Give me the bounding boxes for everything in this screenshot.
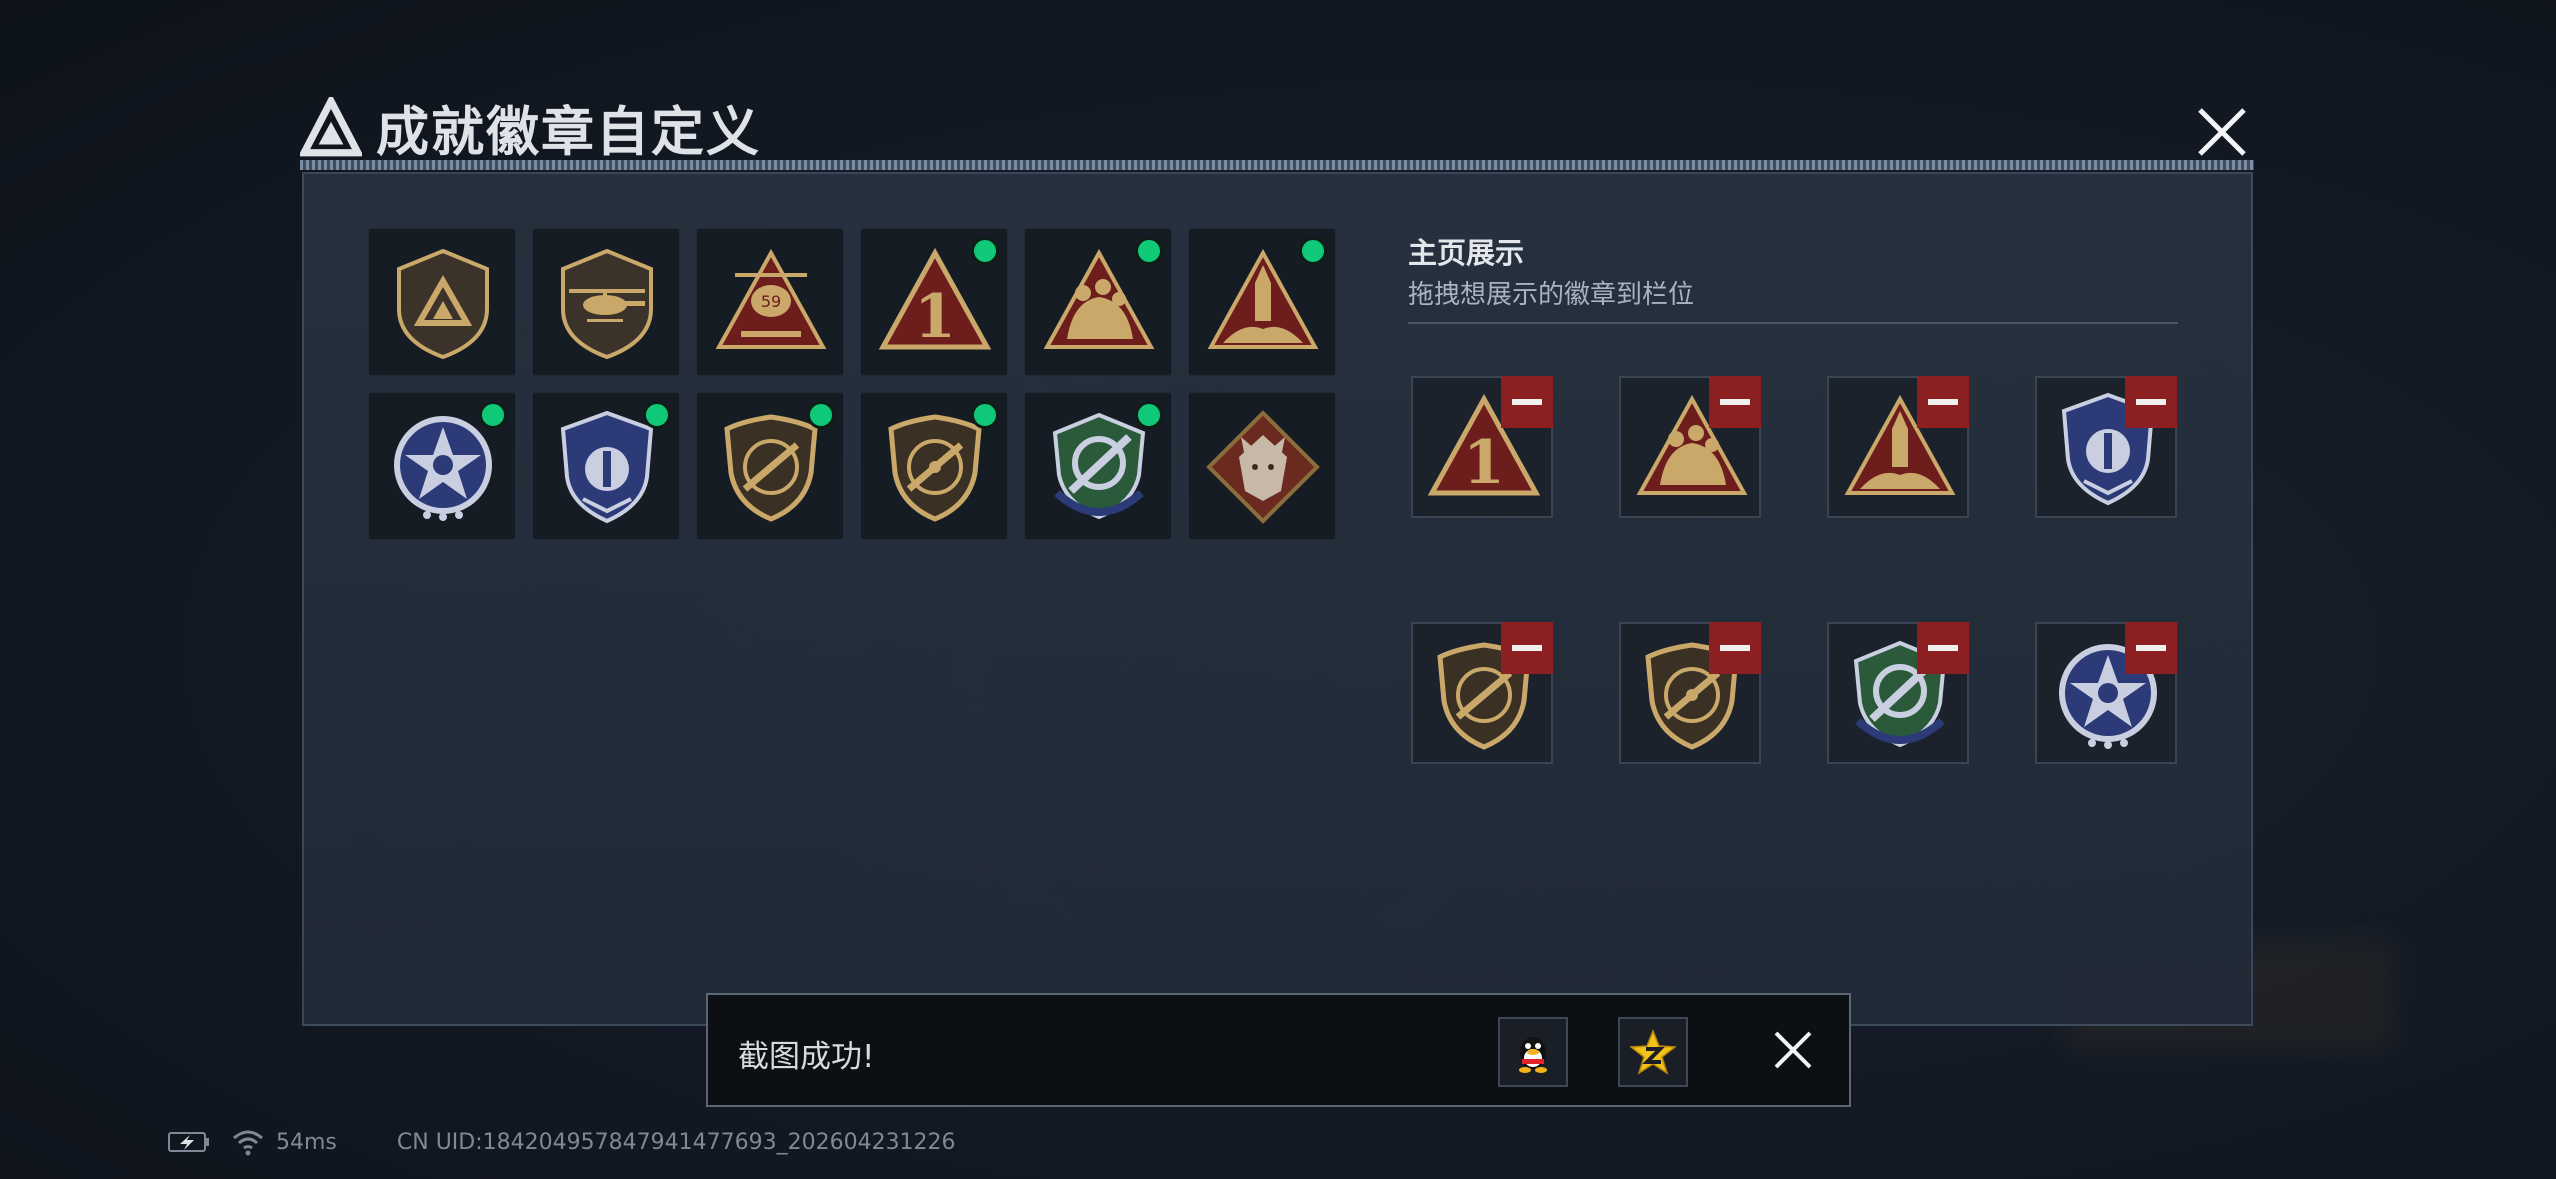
new-indicator-dot (807, 401, 835, 429)
qq-share-button[interactable] (1498, 1017, 1568, 1087)
showcase-divider (1408, 322, 2178, 324)
remove-badge-button[interactable] (1709, 622, 1761, 674)
shield-logo-badge-icon (397, 248, 489, 360)
badge-slot[interactable] (1024, 392, 1172, 540)
qq-share-icon (1519, 1037, 1547, 1073)
showcase-slot[interactable] (1411, 622, 1553, 764)
uid-readout: CN UID:184204957847941477693_20260423122… (396, 1129, 956, 1155)
toast-close-icon[interactable] (1768, 1025, 1818, 1075)
showcase-slot[interactable] (2035, 376, 2177, 518)
page-title: 成就徽章自定义 (376, 102, 761, 163)
wifi-icon (233, 1130, 263, 1156)
minus-icon (1512, 645, 1542, 651)
showcase-slot[interactable] (1827, 376, 1969, 518)
badge-slot[interactable] (1188, 228, 1336, 376)
remove-badge-button[interactable] (1501, 622, 1553, 674)
showcase-slot[interactable] (1827, 622, 1969, 764)
game-logo-icon (300, 97, 362, 157)
helicopter-badge-icon (561, 248, 653, 360)
remove-badge-button[interactable] (1917, 622, 1969, 674)
remove-badge-button[interactable] (1501, 376, 1553, 428)
toast-message: 截图成功! (738, 1039, 875, 1075)
screenshot-toast: 截图成功! (706, 993, 1851, 1107)
showcase-slot[interactable]: 1 (1411, 376, 1553, 518)
new-indicator-dot (1299, 237, 1327, 265)
new-indicator-dot (1135, 401, 1163, 429)
remove-badge-button[interactable] (1709, 376, 1761, 428)
close-icon[interactable] (2192, 102, 2252, 162)
ping-readout: 54ms (276, 1129, 337, 1155)
new-indicator-dot (971, 401, 999, 429)
badge-slot[interactable] (1188, 392, 1336, 540)
showcase-slot[interactable] (1619, 622, 1761, 764)
remove-badge-button[interactable] (1917, 376, 1969, 428)
badge-slot[interactable] (1024, 228, 1172, 376)
minus-icon (1512, 399, 1542, 405)
badge-slot[interactable] (860, 392, 1008, 540)
minus-icon (1928, 645, 1958, 651)
remove-badge-button[interactable] (2125, 376, 2177, 428)
new-indicator-dot (971, 237, 999, 265)
helicopter-triangle-badge-icon: 59 (715, 248, 827, 349)
title-divider (300, 160, 2254, 170)
svg-text:59: 59 (761, 292, 781, 311)
badge-slot[interactable]: 1 (860, 228, 1008, 376)
new-indicator-dot (1135, 237, 1163, 265)
new-indicator-dot (479, 401, 507, 429)
minus-icon (2136, 645, 2166, 651)
showcase-subtitle: 拖拽想展示的徽章到栏位 (1408, 280, 1695, 310)
minus-icon (1928, 399, 1958, 405)
badge-slot[interactable] (368, 228, 516, 376)
svg-text:1: 1 (1463, 428, 1505, 498)
badge-slot[interactable]: 59 (696, 228, 844, 376)
battery-charging-icon (168, 1132, 209, 1152)
title-bar: 成就徽章自定义 (300, 88, 761, 168)
qzone-share-icon (1630, 1029, 1676, 1075)
badge-slot[interactable] (696, 392, 844, 540)
badge-slot[interactable] (532, 228, 680, 376)
status-bar: 54ms CN UID:184204957847941477693_202604… (168, 1128, 956, 1156)
svg-text:1: 1 (914, 282, 956, 352)
minus-icon (1720, 399, 1750, 405)
badge-slot[interactable] (532, 392, 680, 540)
qzone-share-button[interactable] (1618, 1017, 1688, 1087)
new-indicator-dot (643, 401, 671, 429)
remove-badge-button[interactable] (2125, 622, 2177, 674)
minus-icon (1720, 645, 1750, 651)
wolf-diamond-badge-icon (1206, 410, 1320, 524)
showcase-slot[interactable] (1619, 376, 1761, 518)
showcase-slot[interactable] (2035, 622, 2177, 764)
minus-icon (2136, 399, 2166, 405)
showcase-title: 主页展示 (1408, 236, 1525, 270)
badge-slot[interactable] (368, 392, 516, 540)
